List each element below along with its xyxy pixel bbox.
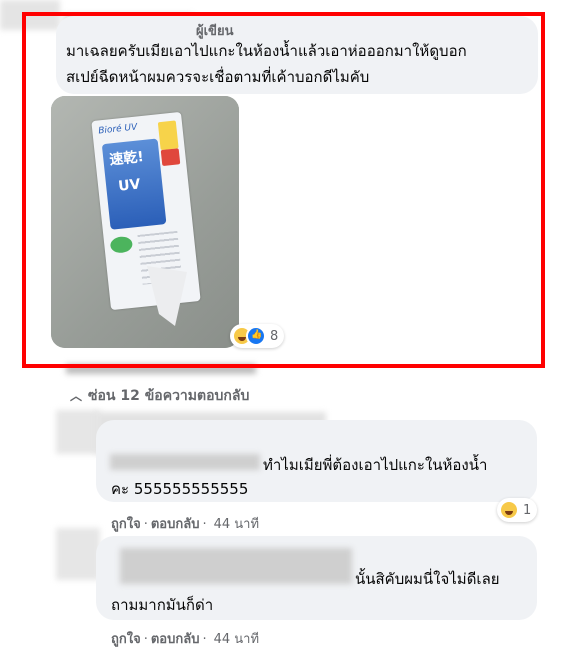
reply1-like-button[interactable]: ถูกใจ — [111, 517, 141, 532]
red-highlight-box — [22, 12, 545, 368]
redacted-avatar-reply1 — [56, 410, 100, 454]
reply1-text-line1: ทำไมเมียพี่ต้องเอาไปแกะในห้องน้ำ — [263, 456, 488, 474]
reply1-actions: ถูกใจ · ตอบกลับ · 44 นาที — [111, 517, 260, 532]
hide-replies-toggle[interactable]: ︿ ซ่อน 12 ข้อความตอบกลับ — [70, 385, 249, 407]
reply1-text-line2: คะ 555555555555 — [111, 480, 249, 498]
hide-replies-label: ซ่อน 12 ข้อความตอบกลับ — [88, 388, 250, 404]
reply2-text-line2: ถามมากมันก็ด่า — [111, 596, 214, 614]
reply1-reply-button[interactable]: ตอบกลับ — [151, 517, 200, 532]
redacted-avatar-reply2 — [56, 528, 100, 580]
reply1-reaction-count: 1 — [523, 502, 532, 518]
reply2-text-line1: นั้นสิคับผมนี่ใจไม่ดีเลย — [355, 570, 500, 588]
redacted-reply2-name — [120, 548, 352, 584]
reply1-reaction[interactable]: 1 — [497, 498, 538, 522]
redacted-reply1-name — [110, 454, 260, 470]
chevron-up-icon: ︿ — [70, 389, 83, 403]
reply2-timestamp[interactable]: 44 นาที — [214, 632, 259, 647]
reply2-reply-button[interactable]: ตอบกลับ — [151, 632, 200, 647]
reply1-timestamp[interactable]: 44 นาที — [214, 517, 259, 532]
haha-reaction-icon — [499, 500, 519, 520]
reply2-like-button[interactable]: ถูกใจ — [111, 632, 141, 647]
reply2-actions: ถูกใจ · ตอบกลับ · 44 นาที — [111, 632, 260, 647]
